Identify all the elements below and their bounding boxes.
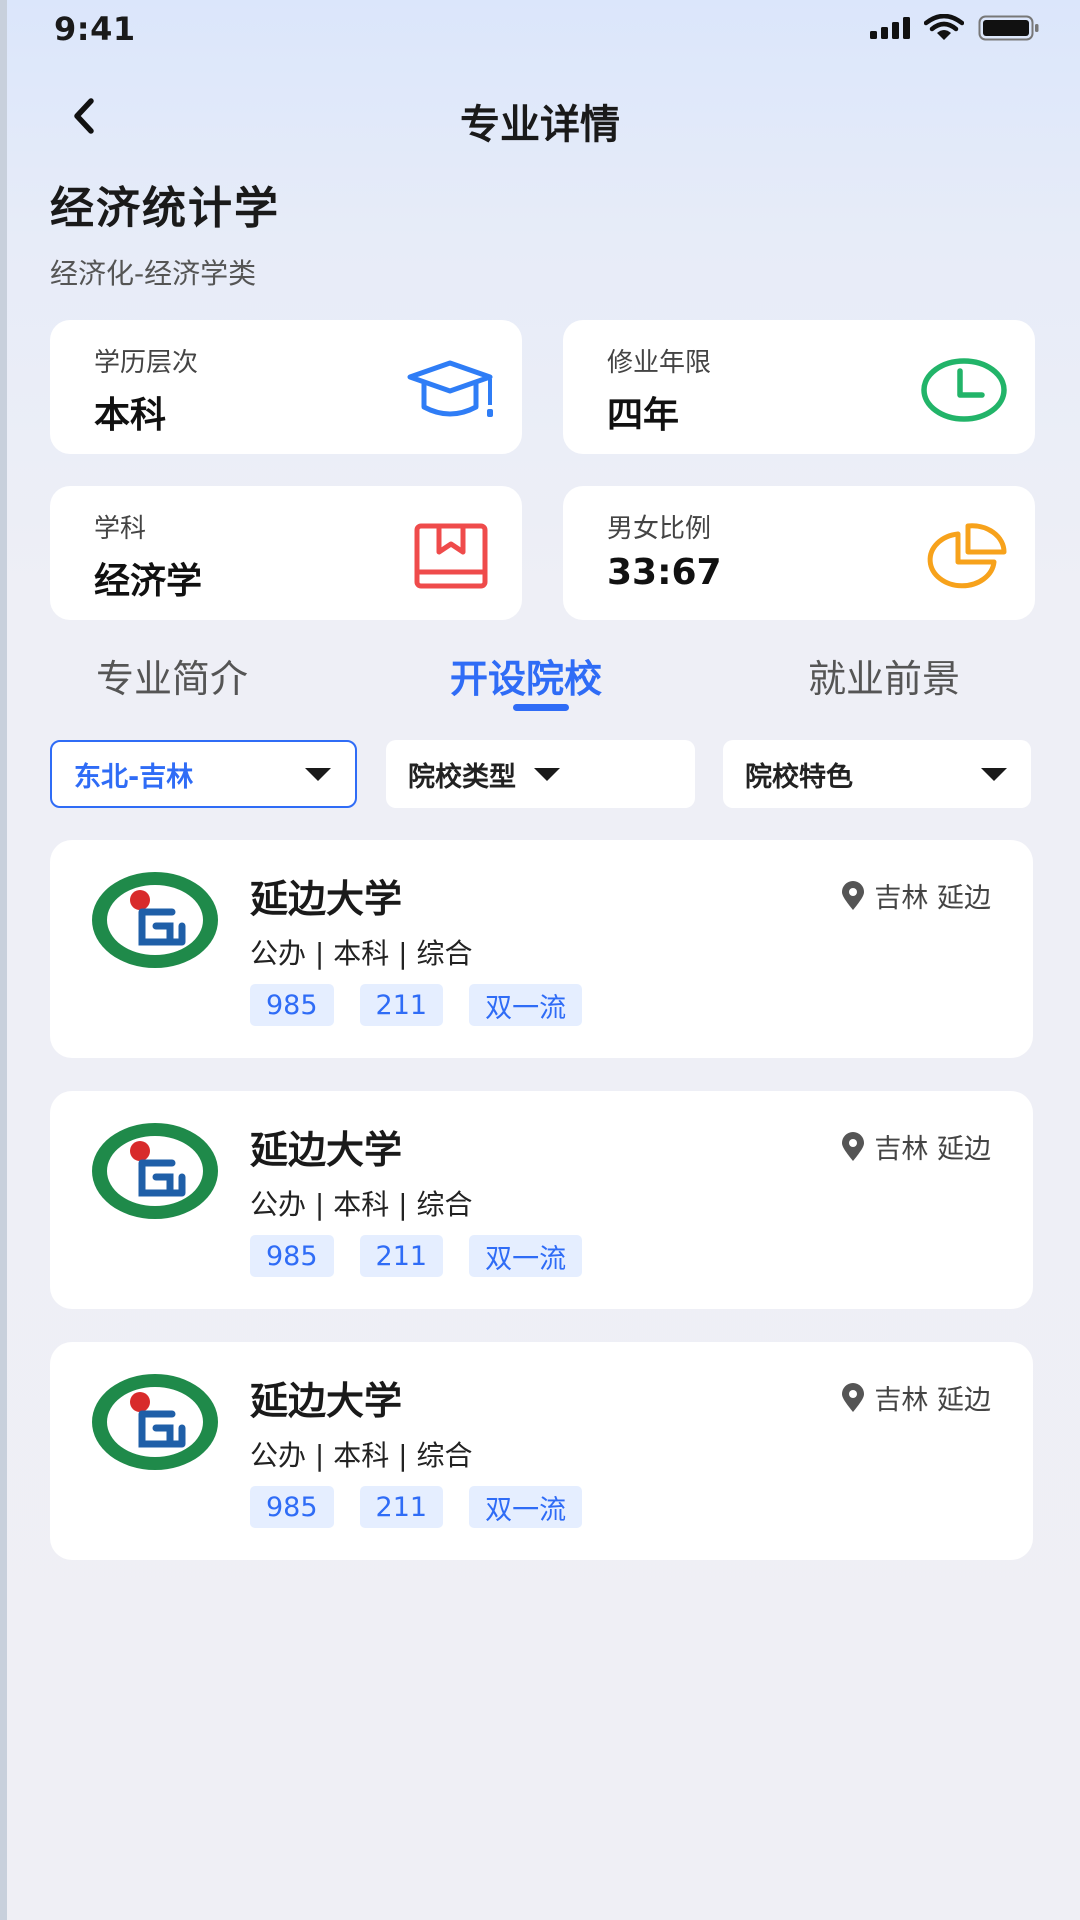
filter-school-type-dropdown[interactable]: 院校类型 [386,740,695,808]
filter-school-feature-dropdown[interactable]: 院校特色 [723,740,1031,808]
school-location: 吉林 延边 [840,1127,991,1166]
tab-major-intro[interactable]: 专业简介 [96,648,248,703]
nav-bar: 专业详情 [0,80,1080,152]
university-logo-icon [92,1374,218,1470]
info-label: 学科 [94,514,147,544]
tag-211: 211 [359,1235,444,1277]
filter-label: 院校类型 [408,761,516,793]
tag-double-first-class: 双一流 [469,1486,583,1528]
tag-985: 985 [250,984,334,1026]
filter-region-dropdown[interactable]: 东北-吉林 [50,740,357,808]
school-card[interactable]: 延边大学 公办 | 本科 | 综合 吉林 延边 985 211 双一流 [50,1091,1033,1309]
caret-down-icon [305,767,331,781]
status-time: 9:41 [54,10,136,48]
location-pin-icon [842,880,865,910]
school-location-text: 吉林 延边 [874,1134,991,1165]
clock-icon [919,354,1009,426]
school-location: 吉林 延边 [840,876,991,915]
school-name: 延边大学 [250,1128,403,1172]
page-title: 专业详情 [460,102,620,148]
info-value: 本科 [94,395,167,436]
tag-985: 985 [250,1235,334,1277]
tab-bar: 专业简介 开设院校 就业前景 [0,648,1080,718]
info-label: 学历层次 [94,348,199,378]
frame-edge [0,0,7,1920]
location-pin-icon [842,1382,865,1412]
school-location: 吉林 延边 [840,1378,991,1417]
school-tags: 985 211 双一流 [250,984,583,1026]
school-card[interactable]: 延边大学 公办 | 本科 | 综合 吉林 延边 985 211 双一流 [50,1342,1033,1560]
tag-double-first-class: 双一流 [469,984,583,1026]
info-value: 经济学 [94,561,203,602]
book-icon [406,520,496,592]
caret-down-icon [981,767,1007,781]
filter-label: 东北-吉林 [74,761,194,793]
caret-down-icon [534,767,560,781]
major-name: 经济统计学 [50,183,280,234]
graduation-cap-icon [406,354,496,426]
school-name: 延边大学 [250,1379,403,1423]
school-tags: 985 211 双一流 [250,1235,583,1277]
university-logo-icon [92,1123,218,1219]
info-value: 四年 [607,395,680,436]
school-name: 延边大学 [250,877,403,921]
status-bar: 9:41 [0,0,1080,60]
info-value: 33:67 [607,552,722,593]
school-location-text: 吉林 延边 [874,883,991,914]
school-attributes: 公办 | 本科 | 综合 [250,1188,473,1221]
wifi-icon [924,14,964,40]
tag-211: 211 [359,984,444,1026]
pie-chart-icon [919,520,1009,592]
tab-career-prospects[interactable]: 就业前景 [808,648,960,703]
tag-double-first-class: 双一流 [469,1235,583,1277]
active-tab-indicator [513,704,569,711]
school-tags: 985 211 双一流 [250,1486,583,1528]
school-attributes: 公办 | 本科 | 综合 [250,1439,473,1472]
university-logo-icon [92,872,218,968]
school-card[interactable]: 延边大学 公办 | 本科 | 综合 吉林 延边 985 211 双一流 [50,840,1033,1058]
major-category: 经济化-经济学类 [50,257,257,290]
info-card-subject: 学科 经济学 [50,486,522,620]
tag-985: 985 [250,1486,334,1528]
battery-icon [978,15,1039,41]
info-label: 修业年限 [607,348,712,378]
school-location-text: 吉林 延边 [874,1385,991,1416]
info-card-study-years: 修业年限 四年 [563,320,1035,454]
filter-label: 院校特色 [745,761,853,793]
school-attributes: 公办 | 本科 | 综合 [250,937,473,970]
info-card-gender-ratio: 男女比例 33:67 [563,486,1035,620]
tag-211: 211 [359,1486,444,1528]
tab-offering-schools[interactable]: 开设院校 [450,648,602,703]
info-label: 男女比例 [607,514,712,544]
location-pin-icon [842,1131,865,1161]
info-card-education-level: 学历层次 本科 [50,320,522,454]
cellular-signal-icon [870,17,910,39]
status-icons [870,14,1040,42]
